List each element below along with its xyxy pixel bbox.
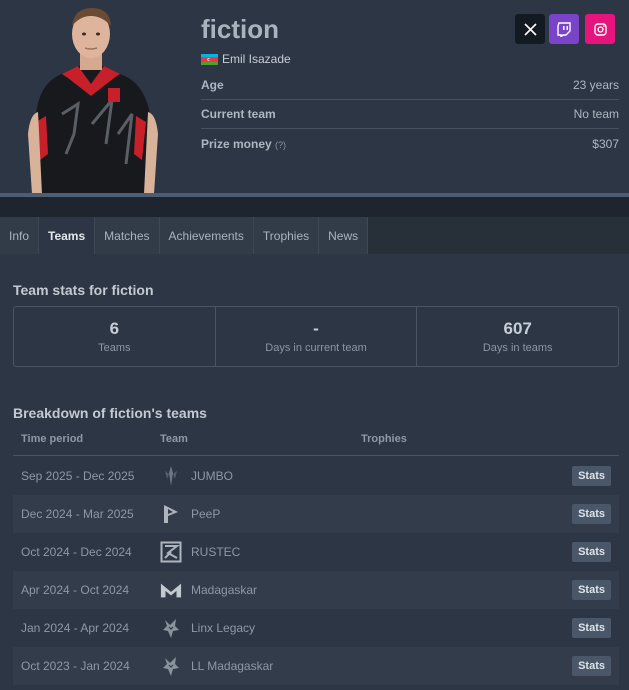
stat-label: Teams (98, 342, 131, 354)
rustec-logo-icon (160, 541, 182, 563)
stats-button[interactable]: Stats (572, 618, 611, 638)
stats-button[interactable]: Stats (572, 656, 611, 676)
current-team-row: Current team No team (201, 99, 619, 129)
column-trophies: Trophies (361, 433, 407, 445)
real-name-text: Emil Isazade (222, 52, 291, 66)
ll-madagaskar-logo-icon (160, 655, 182, 677)
table-header: Time period Team Trophies (13, 426, 619, 456)
jumbo-logo-icon (160, 465, 182, 487)
x-icon (523, 22, 537, 36)
tab-info[interactable]: Info (0, 217, 40, 254)
tab-news[interactable]: News (319, 217, 369, 254)
stats-button[interactable]: Stats (572, 504, 611, 524)
player-real-name: Emil Isazade (201, 52, 291, 66)
stat-value: - (313, 319, 319, 338)
row-period: Oct 2023 - Jan 2024 (21, 659, 130, 673)
instagram-icon (593, 22, 607, 36)
tab-matches[interactable]: Matches (95, 217, 160, 254)
tab-bar: Info Teams Matches Achievements Trophies… (0, 217, 629, 254)
row-period: Dec 2024 - Mar 2025 (21, 507, 134, 521)
row-team[interactable]: RUSTEC (191, 545, 240, 559)
age-value: 23 years (572, 78, 619, 92)
player-header: fiction Emil Isazade Age 23 years Curren… (0, 0, 629, 195)
stats-button[interactable]: Stats (572, 580, 611, 600)
twitch-social-button[interactable] (549, 14, 579, 44)
prize-money-value: $307 (592, 137, 619, 151)
instagram-social-button[interactable] (585, 14, 615, 44)
breakdown-title: Breakdown of fiction's teams (13, 405, 207, 421)
player-portrait (28, 8, 158, 194)
madagaskar-logo-icon (160, 579, 182, 601)
twitch-icon (557, 21, 571, 37)
row-period: Sep 2025 - Dec 2025 (21, 469, 135, 483)
stats-button[interactable]: Stats (572, 466, 611, 486)
player-nickname: fiction (201, 14, 279, 44)
tab-teams[interactable]: Teams (39, 217, 96, 254)
row-period: Apr 2024 - Oct 2024 (21, 583, 130, 597)
stat-label: Days in teams (482, 342, 553, 354)
stats-button[interactable]: Stats (572, 542, 611, 562)
tab-trophies[interactable]: Trophies (253, 217, 320, 254)
row-team[interactable]: Madagaskar (191, 583, 257, 597)
stat-days-in-teams: 607 Days in teams (417, 307, 618, 366)
row-period: Oct 2024 - Dec 2024 (21, 545, 132, 559)
stat-days-current-team: - Days in current team (216, 307, 418, 366)
table-row: Dec 2024 - Mar 2025 PeeP Stats (13, 495, 619, 533)
row-team[interactable]: Linx Legacy (191, 621, 255, 635)
table-row: Oct 2023 - Jan 2024 LL Madagaskar Stats (13, 647, 619, 685)
age-row: Age 23 years (201, 70, 619, 100)
spacer (0, 197, 629, 217)
peep-logo-icon (160, 503, 182, 525)
stat-teams: 6 Teams (14, 307, 216, 366)
prize-help-icon[interactable]: (?) (275, 140, 286, 150)
table-row: Sep 2025 - Dec 2025 JUMBO Stats (13, 457, 619, 495)
x-social-button[interactable] (515, 14, 545, 44)
age-label: Age (201, 78, 224, 92)
team-stats-title: Team stats for fiction (13, 282, 154, 298)
team-stats-box: 6 Teams - Days in current team 607 Days … (13, 306, 619, 367)
linx-legacy-logo-icon (160, 617, 182, 639)
current-team-label: Current team (201, 107, 276, 121)
stat-value: 607 (503, 319, 532, 338)
prize-money-label: Prize money (?) (201, 137, 287, 151)
column-time-period: Time period (21, 433, 84, 445)
table-row: Oct 2024 - Dec 2024 RUSTEC Stats (13, 533, 619, 571)
row-team[interactable]: JUMBO (191, 469, 233, 483)
current-team-value: No team (573, 107, 619, 121)
azerbaijan-flag-icon (201, 53, 218, 65)
stat-value: 6 (109, 319, 120, 338)
table-row: Apr 2024 - Oct 2024 Madagaskar Stats (13, 571, 619, 609)
row-team[interactable]: PeeP (191, 507, 220, 521)
row-team[interactable]: LL Madagaskar (191, 659, 273, 673)
tab-achievements[interactable]: Achievements (159, 217, 254, 254)
table-row: Jan 2024 - Apr 2024 Linx Legacy Stats (13, 609, 619, 647)
prize-money-row: Prize money (?) $307 (201, 129, 619, 159)
column-team: Team (160, 433, 188, 445)
row-period: Jan 2024 - Apr 2024 (21, 621, 130, 635)
stat-label: Days in current team (265, 342, 367, 354)
